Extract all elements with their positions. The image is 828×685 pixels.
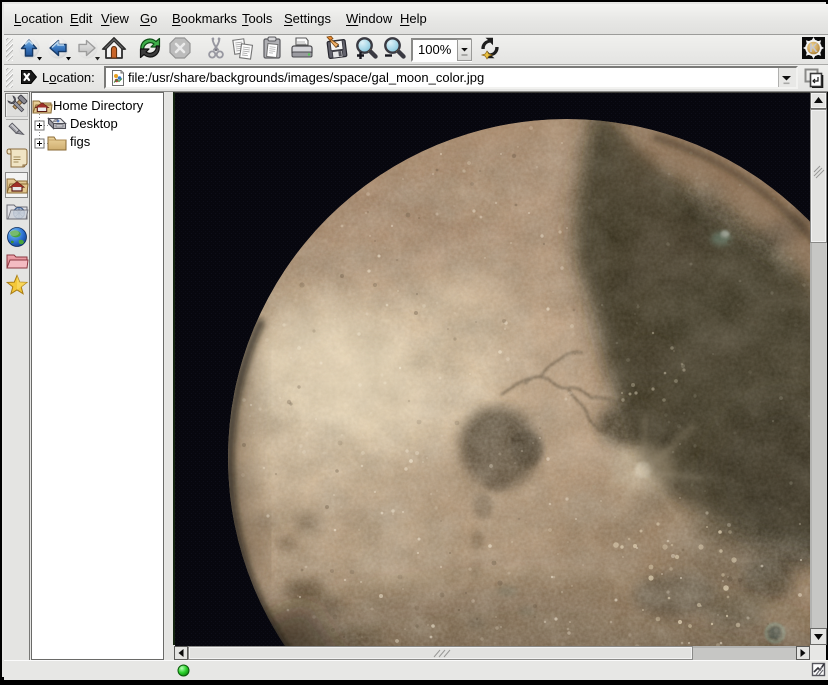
svg-text:K: K: [809, 43, 818, 55]
